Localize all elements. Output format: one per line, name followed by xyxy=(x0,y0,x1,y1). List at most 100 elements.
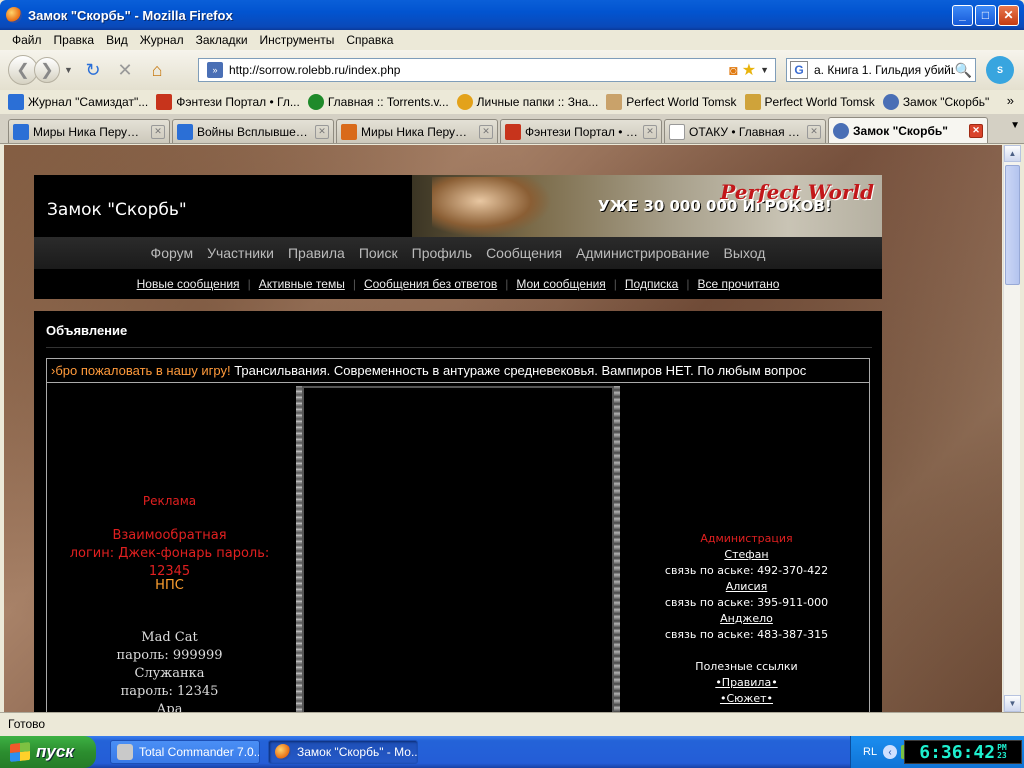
search-icon[interactable]: 🔍 xyxy=(955,62,972,79)
link-new-posts[interactable]: Новые сообщения xyxy=(137,277,240,291)
tab[interactable]: Миры Ника Перумов... ✕ xyxy=(336,119,498,143)
rss-feed-icon[interactable]: ◙ xyxy=(729,62,737,78)
minimize-button[interactable]: _ xyxy=(952,4,973,26)
ad-banner[interactable]: УЖЕ 30 000 000 ИГРОКОВ! Perfect World xyxy=(412,175,882,237)
bookmark-item[interactable]: Главная :: Torrents.v... xyxy=(307,94,449,110)
bookmarks-overflow-icon[interactable]: » xyxy=(1007,93,1014,108)
taskbar-item-firefox[interactable]: Замок "Скорбь" - Мо... xyxy=(268,740,418,764)
bookmark-item[interactable]: Журнал "Самиздат"... xyxy=(8,94,148,110)
close-tab-icon[interactable]: ✕ xyxy=(643,124,657,139)
marquee-highlight: ›бро пожаловать в нашу игру! xyxy=(51,363,231,378)
rules-link[interactable]: •Правила• xyxy=(624,675,869,691)
google-search-engine-icon[interactable]: G xyxy=(790,61,808,79)
scroll-up-icon[interactable]: ▲ xyxy=(1004,145,1021,162)
tab[interactable]: Войны Всплывшего ... ✕ xyxy=(172,119,334,143)
link-active-topics[interactable]: Активные темы xyxy=(259,277,345,291)
close-tab-icon[interactable]: ✕ xyxy=(969,123,983,138)
link-subscriptions[interactable]: Подписка xyxy=(625,277,678,291)
forward-button[interactable]: ❯ xyxy=(34,57,60,83)
link-my-posts[interactable]: Мои сообщения xyxy=(516,277,605,291)
admin-link[interactable]: Алисия xyxy=(624,579,869,595)
home-icon[interactable]: ⌂ xyxy=(144,57,170,83)
center-frame-image xyxy=(296,386,620,712)
nav-rules[interactable]: Правила xyxy=(288,245,345,261)
nav-admin[interactable]: Администрирование xyxy=(576,245,710,261)
divider xyxy=(46,347,872,348)
address-bar[interactable]: » http://sorrow.rolebb.ru/index.php ◙ ★ … xyxy=(198,58,776,82)
navigation-toolbar: ❮ ❯ ▼ ↻ ✕ ⌂ » http://sorrow.rolebb.ru/in… xyxy=(0,50,1024,90)
menu-help[interactable]: Справка xyxy=(340,33,399,47)
reload-icon[interactable]: ↻ xyxy=(80,57,106,83)
plot-link[interactable]: •Сюжет• xyxy=(624,691,869,707)
close-tab-icon[interactable]: ✕ xyxy=(807,124,821,139)
nav-members[interactable]: Участники xyxy=(207,245,274,261)
status-bar: Готово xyxy=(0,712,1024,734)
admin-link[interactable]: Стефан xyxy=(624,547,869,563)
bookmark-item[interactable]: Perfect World Tomsk xyxy=(744,94,875,110)
ads-title: Реклама xyxy=(142,494,197,508)
useful-links-title: Полезные ссылки xyxy=(695,660,798,673)
search-bar[interactable]: G а. Книга 1. Гильдия убийц 🔍 xyxy=(786,58,976,82)
castle-site-icon xyxy=(882,94,899,110)
tab[interactable]: ОТАКУ • Главная ст... ✕ xyxy=(664,119,826,143)
close-tab-icon[interactable]: ✕ xyxy=(479,124,493,139)
nav-logout[interactable]: Выход xyxy=(724,245,766,261)
tab[interactable]: Миры Ника Перумов... ✕ xyxy=(8,119,170,143)
divider: | xyxy=(505,277,509,291)
skype-icon[interactable]: S xyxy=(986,56,1014,84)
char-password: пароль: 12345 xyxy=(120,684,219,699)
bookmark-item[interactable]: Perfect World Tomsk xyxy=(606,94,737,110)
maximize-button[interactable]: □ xyxy=(975,4,996,26)
history-dropdown-icon[interactable]: ▼ xyxy=(64,65,74,75)
fantasy-portal-icon xyxy=(505,123,521,140)
forum-title[interactable]: Замок "Скорбь" xyxy=(47,200,187,220)
admin-link[interactable]: Анджело xyxy=(624,611,869,627)
perfect-world-icon xyxy=(606,94,623,110)
menu-bookmarks[interactable]: Закладки xyxy=(190,33,254,47)
link-unanswered[interactable]: Сообщения без ответов xyxy=(364,277,497,291)
castle-site-icon xyxy=(833,122,849,139)
url-dropdown-icon[interactable]: ▼ xyxy=(760,65,769,75)
bookmark-item[interactable]: Личные папки :: Зна... xyxy=(456,94,598,110)
windows-taskbar: пуск Total Commander 7.0... Замок "Скорб… xyxy=(0,736,1024,768)
nav-profile[interactable]: Профиль xyxy=(412,245,472,261)
tab[interactable]: Фэнтези Портал • П... ✕ xyxy=(500,119,662,143)
taskbar-item-total-commander[interactable]: Total Commander 7.0... xyxy=(110,740,260,764)
nav-search[interactable]: Поиск xyxy=(359,245,398,261)
language-indicator[interactable]: RL xyxy=(863,746,877,758)
divider: | xyxy=(686,277,690,291)
scroll-down-icon[interactable]: ▼ xyxy=(1004,695,1021,712)
search-input[interactable]: а. Книга 1. Гильдия убийц xyxy=(808,63,955,77)
close-tab-icon[interactable]: ✕ xyxy=(151,124,165,139)
admin-contact: связь по аське: 492-370-422 xyxy=(664,564,829,577)
scroll-thumb[interactable] xyxy=(1005,165,1020,285)
clock-ampm: PM 23 xyxy=(997,743,1007,760)
nav-forum[interactable]: Форум xyxy=(151,245,194,261)
close-window-button[interactable]: ✕ xyxy=(998,4,1019,26)
vertical-scrollbar[interactable]: ▲ ▼ xyxy=(1003,145,1021,712)
menu-file[interactable]: Файл xyxy=(6,33,48,47)
tray-collapse-icon[interactable]: ‹ xyxy=(883,745,898,759)
link-mark-all-read[interactable]: Все прочитано xyxy=(697,277,779,291)
nav-messages[interactable]: Сообщения xyxy=(486,245,562,261)
menu-history[interactable]: Журнал xyxy=(134,33,190,47)
menu-view[interactable]: Вид xyxy=(100,33,134,47)
tab-list-dropdown-icon[interactable]: ▼ xyxy=(1010,120,1020,131)
menu-tools[interactable]: Инструменты xyxy=(254,33,341,47)
bookmark-item[interactable]: Фэнтези Портал • Гл... xyxy=(156,94,300,110)
admin-contact: связь по аське: 395-911-000 xyxy=(664,596,829,609)
bookmark-star-icon[interactable]: ★ xyxy=(742,60,756,80)
bookmark-item[interactable]: Замок "Скорбь" xyxy=(882,94,989,110)
fantasy-portal-icon xyxy=(156,94,173,110)
taskbar-clock[interactable]: 6:36:42 PM 23 xyxy=(904,740,1022,764)
firefox-icon xyxy=(275,744,291,760)
url-text[interactable]: http://sorrow.rolebb.ru/index.php xyxy=(229,63,729,77)
tab-active[interactable]: Замок "Скорбь" ✕ xyxy=(828,117,988,143)
total-commander-icon xyxy=(117,744,133,760)
start-button[interactable]: пуск xyxy=(0,736,96,768)
mutual-ads-block: Взаимообратная логин: Джек-фонарь пароль… xyxy=(47,527,292,581)
stop-icon[interactable]: ✕ xyxy=(112,57,138,83)
close-tab-icon[interactable]: ✕ xyxy=(315,124,329,139)
divider: | xyxy=(613,277,617,291)
menu-edit[interactable]: Правка xyxy=(48,33,101,47)
